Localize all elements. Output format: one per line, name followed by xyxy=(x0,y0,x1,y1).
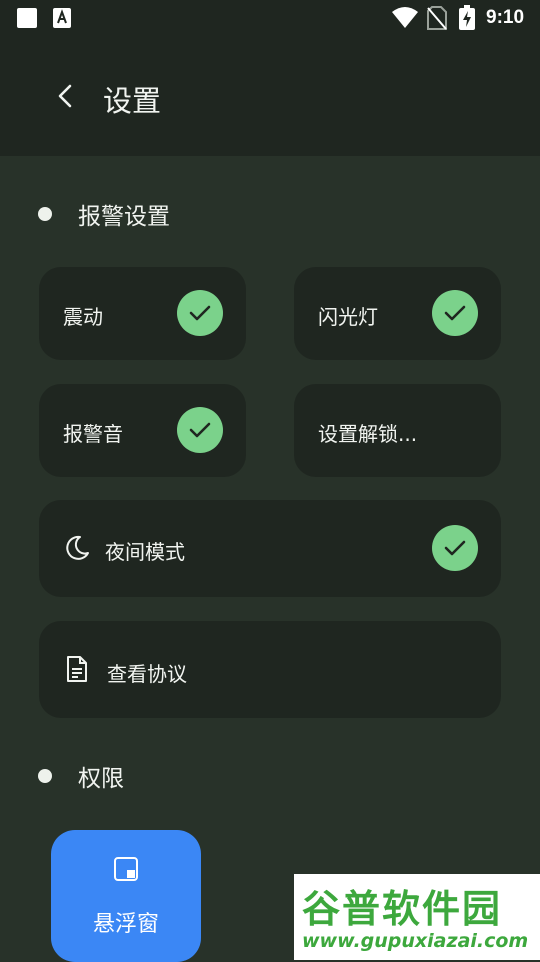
night-mode-toggle-card[interactable]: 夜间模式 xyxy=(39,500,501,597)
battery-charging-icon xyxy=(459,5,475,30)
floating-window-label: 悬浮窗 xyxy=(92,912,159,937)
vibrate-label: 震动 xyxy=(63,305,103,329)
section-alarm-settings: 报警设置 xyxy=(38,197,170,231)
document-icon xyxy=(67,656,87,682)
watermark-url: www.gupuxiazai.com xyxy=(302,930,529,952)
section-permissions: 权限 xyxy=(38,759,124,793)
watermark: 谷普软件园 www.gupuxiazai.com xyxy=(294,874,540,960)
night-mode-check-icon[interactable] xyxy=(432,525,478,571)
flashlight-check-icon[interactable] xyxy=(432,290,478,336)
notification-square-icon xyxy=(17,8,37,28)
unlock-settings-card[interactable]: 设置解锁... xyxy=(294,384,501,477)
floating-window-icon xyxy=(114,857,138,881)
floating-window-button[interactable]: 悬浮窗 xyxy=(51,830,201,962)
section-dot xyxy=(38,207,52,221)
moon-icon xyxy=(66,535,89,560)
page-title: 设置 xyxy=(103,84,162,118)
alarm-sound-toggle-card[interactable]: 报警音 xyxy=(39,384,246,477)
view-agreement-card[interactable]: 查看协议 xyxy=(39,621,501,718)
section-dot xyxy=(38,769,52,783)
night-mode-label: 夜间模式 xyxy=(105,540,185,564)
alarm-sound-check-icon[interactable] xyxy=(177,407,223,453)
wifi-icon xyxy=(392,7,418,28)
app-a-icon xyxy=(53,8,71,28)
app-bar: 设置 xyxy=(0,38,540,156)
unlock-settings-label: 设置解锁... xyxy=(318,422,418,446)
section-label: 报警设置 xyxy=(78,204,170,230)
flashlight-toggle-card[interactable]: 闪光灯 xyxy=(294,267,501,360)
alarm-sound-label: 报警音 xyxy=(63,422,123,446)
view-agreement-label: 查看协议 xyxy=(107,662,187,686)
vibrate-check-icon[interactable] xyxy=(177,290,223,336)
section-label: 权限 xyxy=(78,766,124,792)
chevron-left-icon[interactable] xyxy=(50,80,82,112)
vibrate-toggle-card[interactable]: 震动 xyxy=(39,267,246,360)
status-bar: 9:10 xyxy=(0,0,540,38)
status-time: 9:10 xyxy=(486,7,525,28)
flashlight-label: 闪光灯 xyxy=(318,305,378,329)
no-sim-icon xyxy=(427,6,447,30)
watermark-title: 谷普软件园 xyxy=(302,887,503,931)
